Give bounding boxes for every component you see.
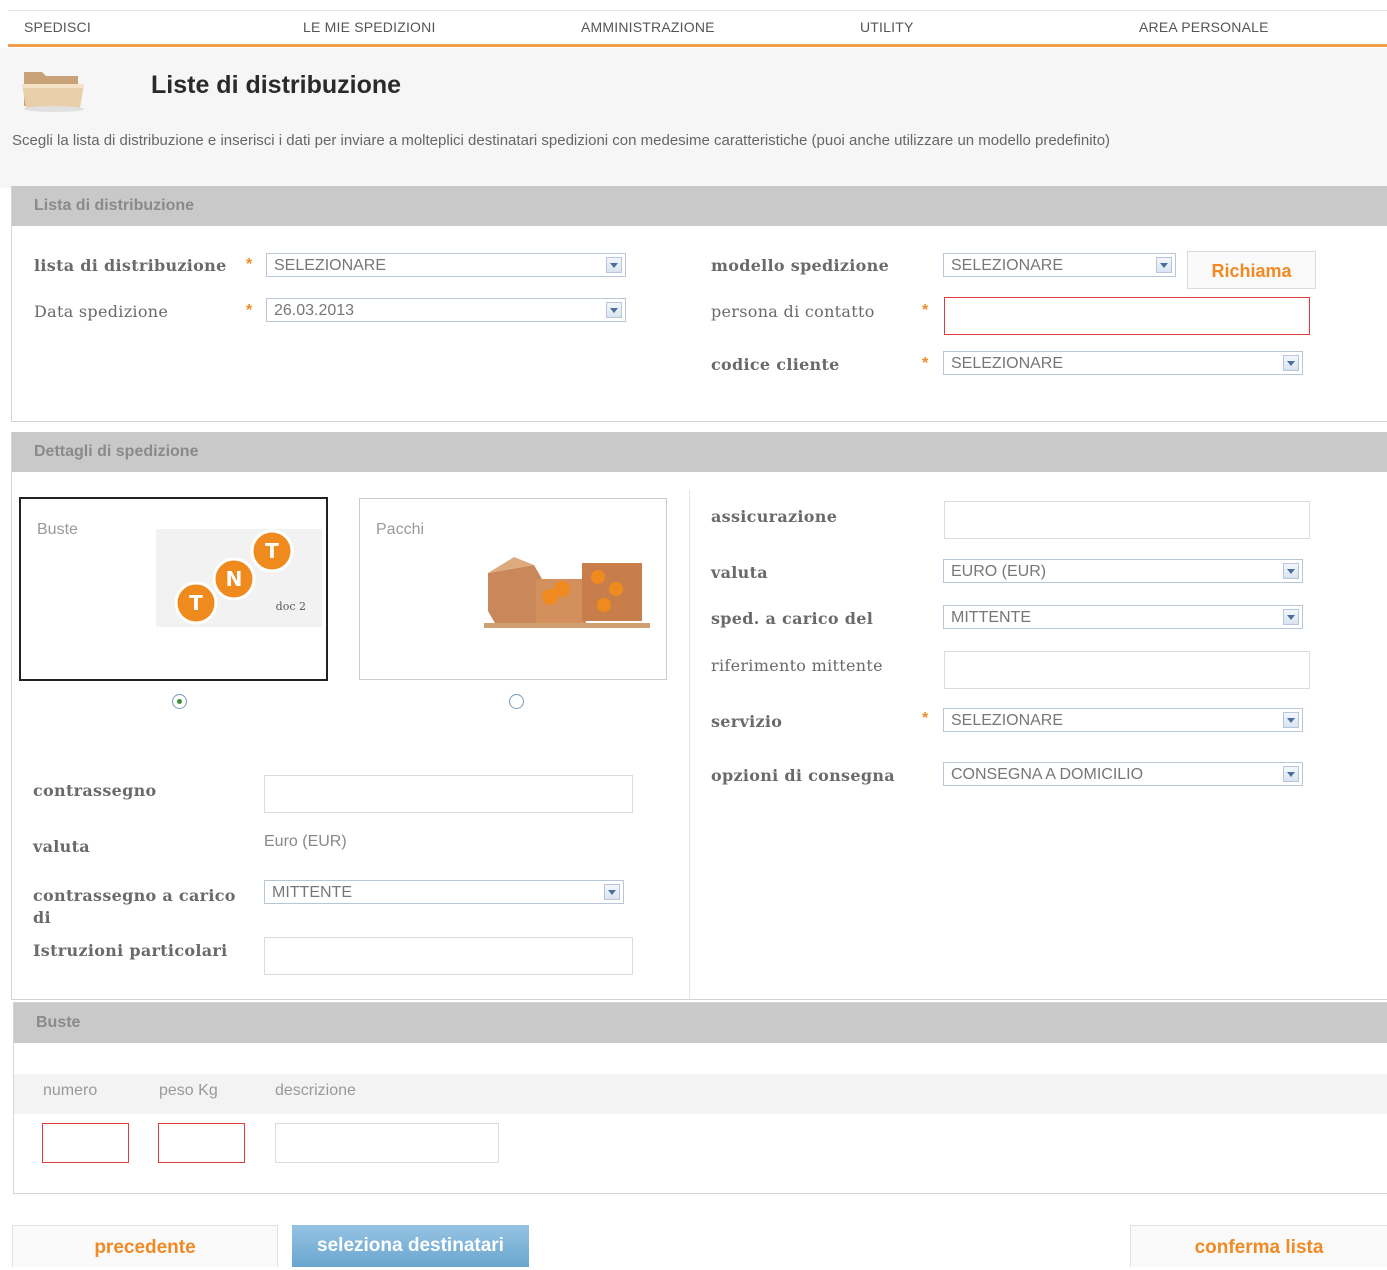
assicurazione-label: assicurazione	[711, 507, 838, 526]
tnt-doc-label: doc 2	[276, 600, 306, 613]
richiama-button[interactable]: Richiama	[1187, 251, 1316, 289]
contrassegno-label: contrassegno	[33, 781, 157, 800]
dettagli-spedizione-header-text: Dettagli di spedizione	[34, 443, 199, 460]
valuta-right-label: valuta	[711, 563, 768, 582]
valuta-static-value: Euro (EUR)	[264, 833, 347, 850]
valuta-select[interactable]: EURO (EUR)	[943, 559, 1303, 583]
lista-distribuzione-value: SELEZIONARE	[274, 257, 387, 274]
data-spedizione-label: Data spedizione	[34, 302, 169, 321]
servizio-value: SELEZIONARE	[951, 712, 1064, 729]
pacchi-card-title: Pacchi	[376, 521, 425, 538]
istruzioni-label: Istruzioni particolari	[33, 941, 228, 960]
modello-spedizione-value: SELEZIONARE	[951, 257, 1064, 274]
buste-radio[interactable]	[172, 694, 187, 709]
servizio-label: servizio	[711, 712, 783, 731]
required-mark: *	[246, 256, 253, 273]
lista-distribuzione-label: lista di distribuzione	[34, 256, 227, 275]
col-numero-label: numero	[43, 1082, 98, 1099]
required-mark: *	[922, 710, 929, 727]
persona-contatto-input[interactable]	[944, 297, 1310, 335]
valuta-label: valuta	[33, 837, 90, 856]
istruzioni-input[interactable]	[264, 937, 633, 975]
required-mark: *	[922, 355, 929, 372]
top-navigation: SPEDISCI LE MIE SPEDIZIONI AMMINISTRAZIO…	[0, 0, 1387, 48]
svg-text:N: N	[226, 567, 243, 591]
nav-item-utility[interactable]: UTILITY	[860, 19, 914, 35]
chevron-down-icon	[604, 884, 620, 900]
col-peso-label: peso Kg	[159, 1082, 218, 1099]
chevron-down-icon	[606, 302, 622, 318]
nav-item-spedisci[interactable]: SPEDISCI	[24, 19, 91, 35]
nav-top-border	[8, 10, 1387, 11]
dettagli-spedizione-header: Dettagli di spedizione	[12, 432, 1387, 472]
descrizione-input[interactable]	[275, 1123, 499, 1163]
nav-item-mie-spedizioni[interactable]: LE MIE SPEDIZIONI	[303, 19, 436, 35]
valuta-select-value: EURO (EUR)	[951, 563, 1047, 580]
buste-card-title: Buste	[37, 521, 78, 538]
nav-item-amministrazione[interactable]: AMMINISTRAZIONE	[581, 19, 715, 35]
data-spedizione-select[interactable]: 26.03.2013	[266, 298, 626, 322]
peso-input[interactable]	[158, 1123, 245, 1163]
page-title: Liste di distribuzione	[151, 71, 402, 99]
buste-header: Buste	[14, 1003, 1387, 1043]
opzioni-consegna-select[interactable]: CONSEGNA A DOMICILIO	[943, 762, 1303, 786]
servizio-select[interactable]: SELEZIONARE	[943, 708, 1303, 732]
persona-contatto-label: persona di contatto	[711, 302, 875, 321]
lista-distribuzione-header: Lista di distribuzione	[12, 186, 1387, 226]
modello-spedizione-label: modello spedizione	[711, 256, 890, 275]
package-boxes-icon	[484, 557, 650, 628]
opzioni-consegna-label: opzioni di consegna	[711, 766, 895, 785]
chevron-down-icon	[606, 257, 622, 273]
chevron-down-icon	[1283, 766, 1299, 782]
seleziona-destinatari-button[interactable]: seleziona destinatari	[292, 1225, 529, 1267]
chevron-down-icon	[1283, 609, 1299, 625]
required-mark: *	[922, 302, 929, 319]
lista-distribuzione-select[interactable]: SELEZIONARE	[266, 253, 626, 277]
codice-cliente-select[interactable]: SELEZIONARE	[943, 351, 1303, 375]
nav-active-underline	[8, 44, 1387, 47]
col-descrizione-label: descrizione	[275, 1082, 356, 1099]
column-divider	[689, 490, 690, 998]
folder-icon	[22, 72, 84, 112]
numero-input[interactable]	[42, 1123, 129, 1163]
contrassegno-carico-label: contrassegno a carico di	[33, 886, 236, 927]
nav-item-area-personale[interactable]: AREA PERSONALE	[1139, 19, 1269, 35]
data-spedizione-value: 26.03.2013	[274, 302, 355, 319]
codice-cliente-label: codice cliente	[711, 355, 840, 374]
precedente-button[interactable]: precedente	[12, 1225, 278, 1267]
svg-text:T: T	[189, 591, 203, 615]
lista-distribuzione-header-text: Lista di distribuzione	[34, 197, 195, 214]
chevron-down-icon	[1283, 563, 1299, 579]
codice-cliente-value: SELEZIONARE	[951, 355, 1064, 372]
contrassegno-carico-value: MITTENTE	[272, 884, 352, 901]
contrassegno-input[interactable]	[264, 775, 633, 813]
required-mark: *	[246, 302, 253, 319]
page-header-background	[0, 48, 1387, 188]
chevron-down-icon	[1156, 257, 1172, 273]
chevron-down-icon	[1283, 712, 1299, 728]
tnt-envelope-icon: T N T doc 2	[156, 529, 322, 627]
svg-text:T: T	[265, 539, 279, 563]
contrassegno-carico-select[interactable]: MITTENTE	[264, 880, 624, 904]
conferma-lista-button[interactable]: conferma lista	[1130, 1225, 1387, 1267]
buste-table-header	[14, 1074, 1387, 1114]
buste-card[interactable]: Buste T N T doc 2	[19, 497, 328, 681]
opzioni-consegna-value: CONSEGNA A DOMICILIO	[951, 766, 1144, 783]
chevron-down-icon	[1283, 355, 1299, 371]
assicurazione-input[interactable]	[944, 501, 1310, 539]
sped-carico-label: sped. a carico del	[711, 609, 874, 628]
pacchi-radio[interactable]	[509, 694, 524, 709]
buste-header-text: Buste	[36, 1014, 81, 1031]
pacchi-card[interactable]: Pacchi	[359, 498, 667, 680]
sped-carico-value: MITTENTE	[951, 609, 1031, 626]
sped-carico-select[interactable]: MITTENTE	[943, 605, 1303, 629]
riferimento-mittente-label: riferimento mittente	[711, 656, 883, 675]
modello-spedizione-select[interactable]: SELEZIONARE	[943, 253, 1176, 277]
page-intro-text: Scegli la lista di distribuzione e inser…	[12, 132, 1111, 149]
riferimento-mittente-input[interactable]	[944, 651, 1310, 689]
